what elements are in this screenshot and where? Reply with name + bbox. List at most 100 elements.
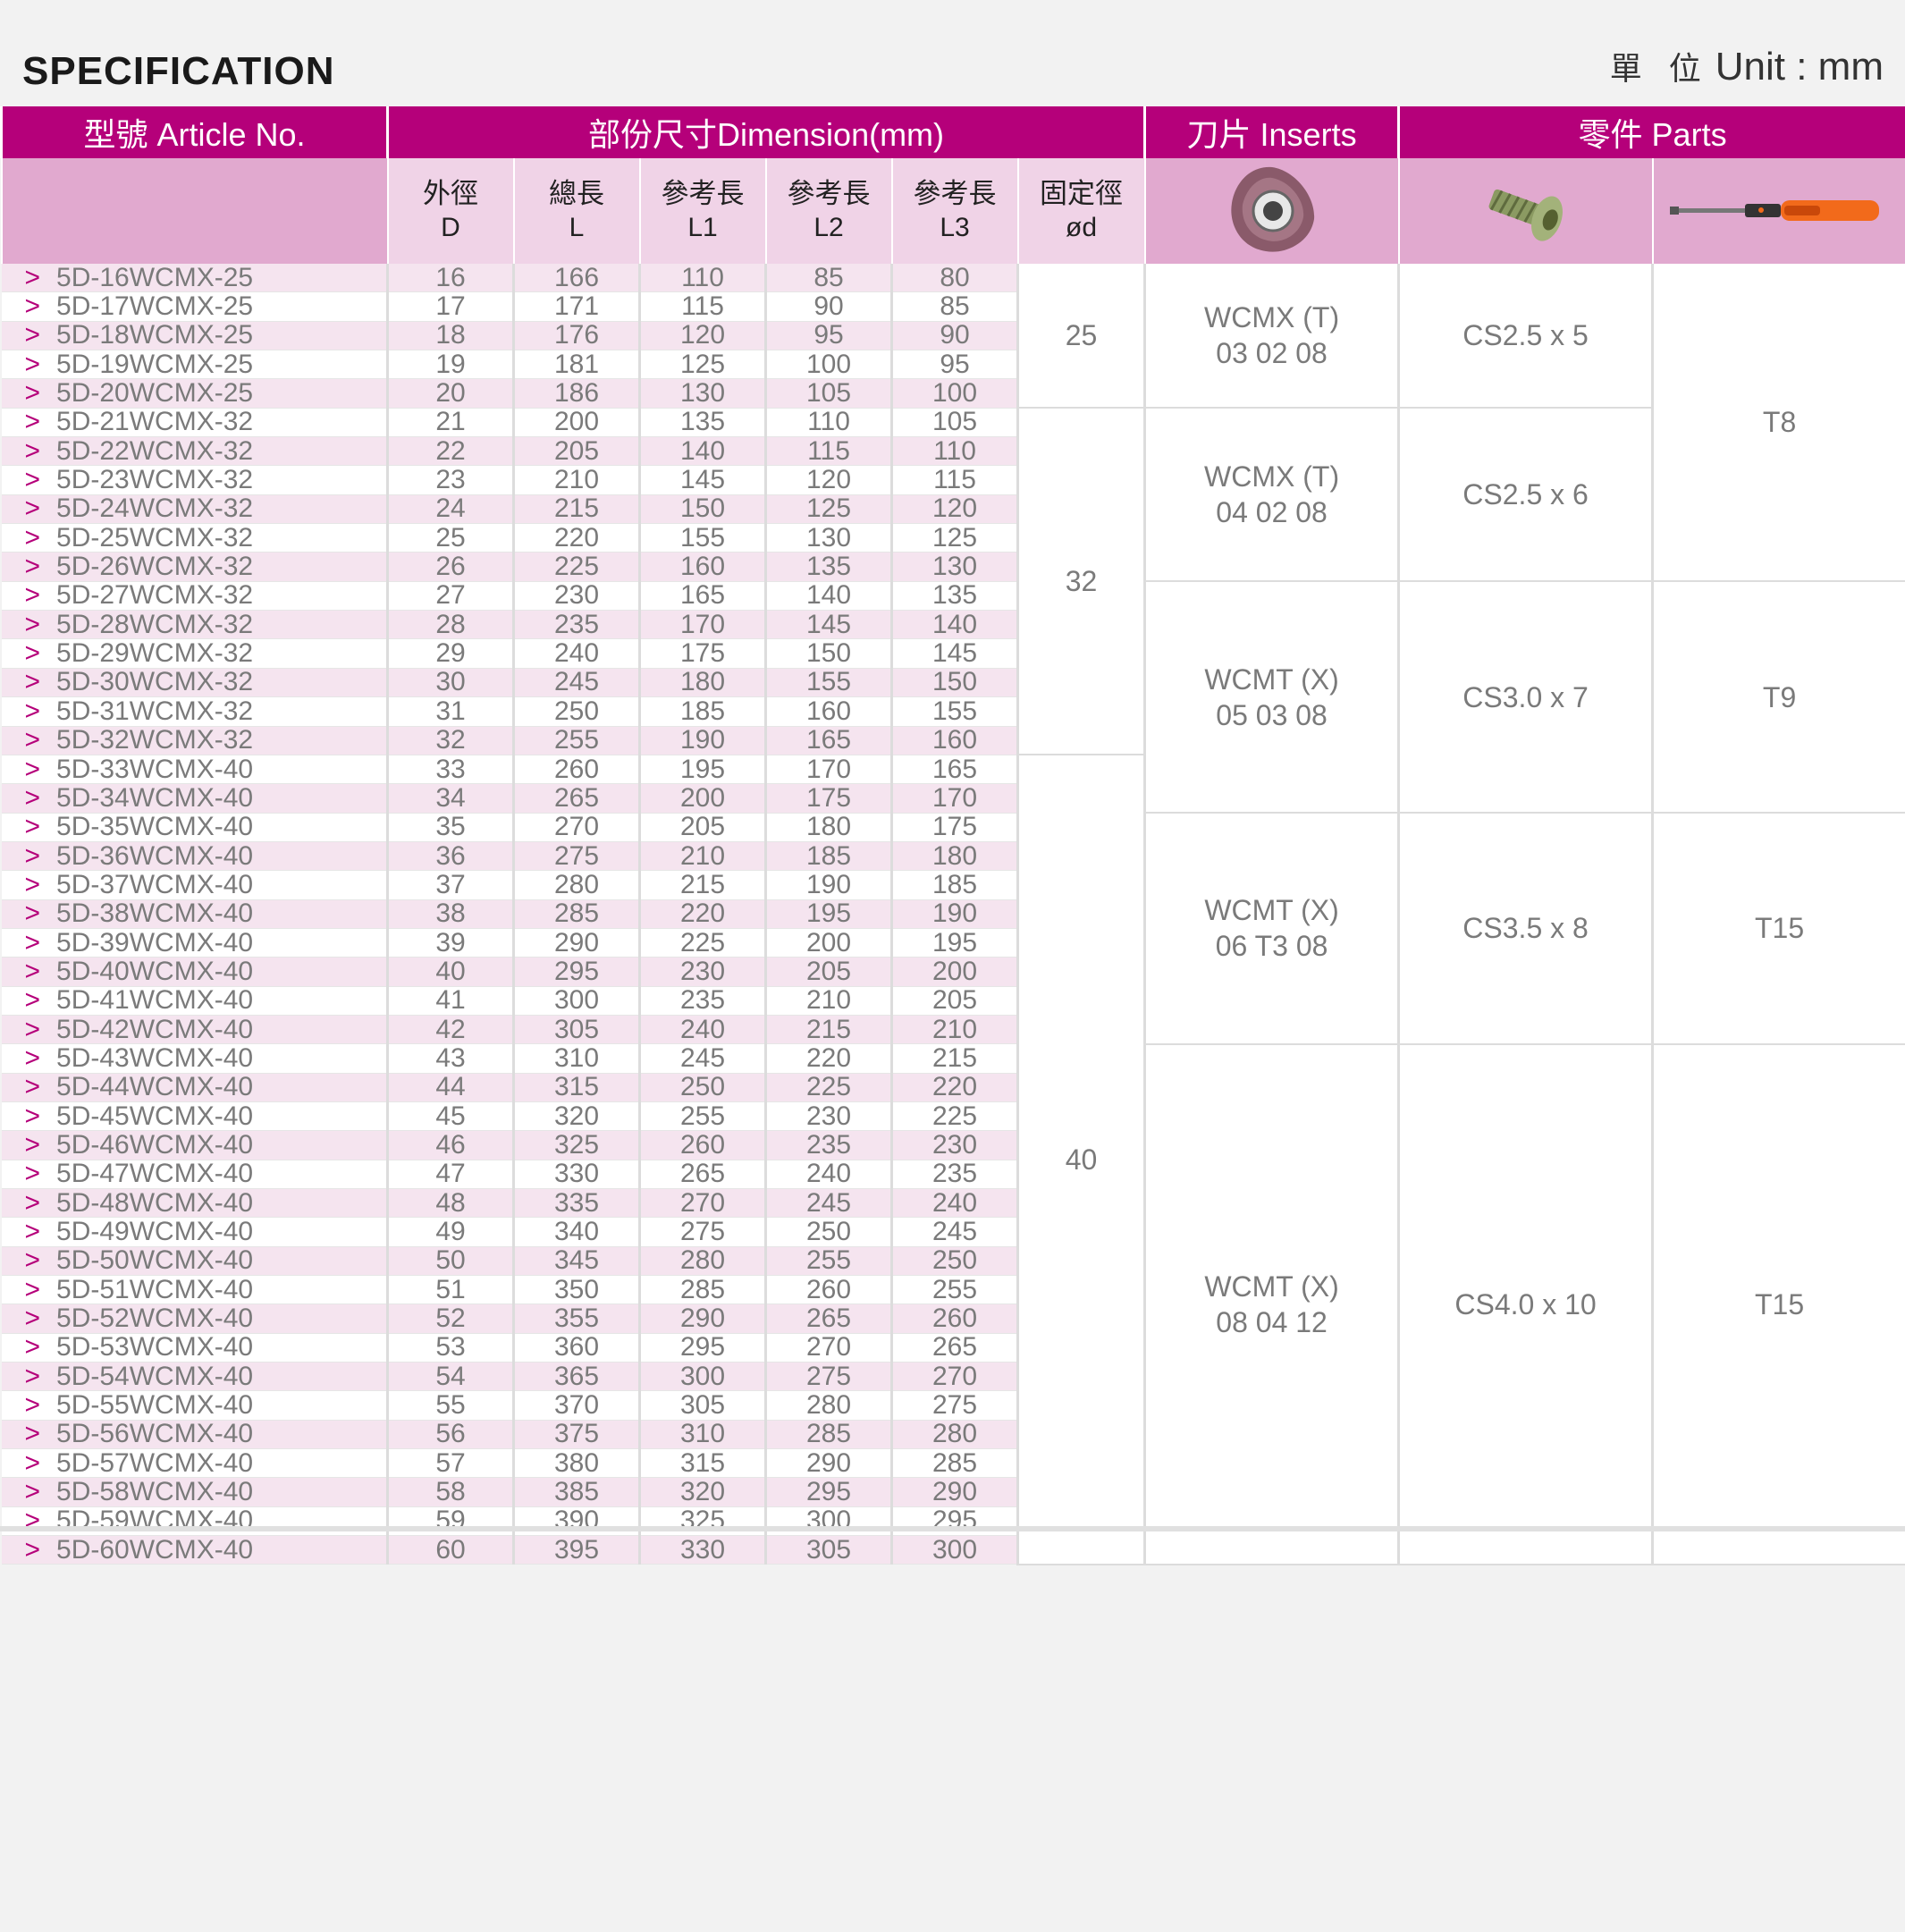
table-row: >5D-21WCMX-32 21 200 135 110 105 32 WCMX (T) 04 … <box>1 408 1905 756</box>
insert-type: WCMT (X) <box>1204 662 1339 696</box>
article-cell: >5D-60WCMX-40 <box>1 1535 389 1565</box>
dim-l2-cell: 245 <box>765 1188 893 1219</box>
dim-l-cell: 340 <box>513 1217 641 1247</box>
dim-l3-cell: 85 <box>891 291 1019 322</box>
dim-l1-cell: 215 <box>639 870 767 900</box>
dim-l1-cell: 195 <box>639 755 767 785</box>
dim-l2-cell: 195 <box>765 899 893 929</box>
dim-d-cell: 22 <box>387 436 515 467</box>
article-number: 5D-42WCMX-40 <box>56 1015 254 1044</box>
article-cell: >5D-30WCMX-32 <box>1 668 389 698</box>
row-arrow-icon: > <box>24 610 41 639</box>
dim-l2-cell: 210 <box>765 986 893 1016</box>
dim-l3-cell: 115 <box>891 465 1019 495</box>
dim-l2-cell: 115 <box>765 436 893 467</box>
dim-d-cell: 42 <box>387 1015 515 1045</box>
dim-l3-cell: 95 <box>891 350 1019 380</box>
article-number: 5D-47WCMX-40 <box>56 1160 254 1189</box>
dim-l2-cell: 280 <box>765 1390 893 1421</box>
dim-l2-cell: 185 <box>765 841 893 872</box>
dim-l1-cell: 165 <box>639 581 767 612</box>
dim-l2-cell: 180 <box>765 813 893 842</box>
dim-l-cell: 200 <box>513 408 641 438</box>
subheader-d: 外徑 D <box>386 158 515 264</box>
row-arrow-icon: > <box>24 1073 41 1102</box>
dim-d-cell: 36 <box>387 841 515 872</box>
dim-l2-cell: 130 <box>765 523 893 553</box>
dim-l1-cell: 145 <box>639 465 767 495</box>
article-cell: >5D-20WCMX-25 <box>1 378 389 409</box>
dim-l2-cell: 90 <box>765 291 893 322</box>
article-cell: >5D-45WCMX-40 <box>1 1101 389 1132</box>
dim-l2-cell: 200 <box>765 928 893 958</box>
dim-l3-cell: 100 <box>891 378 1019 409</box>
subheader-article-blank <box>0 158 389 264</box>
dim-l3-cell: 125 <box>891 523 1019 553</box>
specification-table: 型號 Article No. 部份尺寸Dimension(mm) 刀片 Inse… <box>0 106 1905 1565</box>
header-article: 型號 Article No. <box>0 106 389 158</box>
dim-l1-cell: 290 <box>639 1303 767 1334</box>
dim-l2-cell: 125 <box>765 494 893 525</box>
dim-d-cell: 57 <box>387 1448 515 1479</box>
dim-l1-cell: 230 <box>639 957 767 987</box>
row-arrow-icon: > <box>24 1390 41 1421</box>
dim-l1-cell: 265 <box>639 1160 767 1190</box>
insert-type: WCMX (T) <box>1204 460 1340 494</box>
dim-l2-cell: 285 <box>765 1420 893 1450</box>
insert-cell: WCMT (X) 06 T3 08 <box>1144 813 1401 1045</box>
dim-d-cell: 31 <box>387 696 515 727</box>
dim-l-cell: 205 <box>513 436 641 467</box>
dim-l3-cell: 210 <box>891 1015 1019 1045</box>
dim-l-cell: 220 <box>513 523 641 553</box>
dim-l-cell: 335 <box>513 1188 641 1219</box>
dim-l3-cell: 110 <box>891 436 1019 467</box>
dim-d-cell: 26 <box>387 552 515 582</box>
article-cell: >5D-54WCMX-40 <box>1 1362 389 1392</box>
dim-l3-cell: 165 <box>891 755 1019 785</box>
dim-l2-cell: 110 <box>765 408 893 438</box>
driver-cell: T15 <box>1652 1043 1905 1565</box>
dim-l1-cell: 275 <box>639 1217 767 1247</box>
dim-l-cell: 290 <box>513 928 641 958</box>
article-number: 5D-22WCMX-32 <box>56 436 254 466</box>
dim-l3-cell: 195 <box>891 928 1019 958</box>
dim-d-cell: 27 <box>387 581 515 612</box>
dim-l1-cell: 240 <box>639 1015 767 1045</box>
table-row: >5D-43WCMX-40 43 310 245 220 215 WCMT (X) 08 04… <box>1 1043 1905 1565</box>
dim-l3-cell: 180 <box>891 841 1019 872</box>
page-title: SPECIFICATION <box>22 49 335 93</box>
dim-d-cell: 17 <box>387 291 515 322</box>
unit-label-cjk: 單 位 <box>1609 50 1710 87</box>
dim-l-cell: 350 <box>513 1275 641 1305</box>
row-arrow-icon: > <box>24 1420 41 1449</box>
insert-type: WCMX (T) <box>1204 301 1340 334</box>
article-number: 5D-25WCMX-32 <box>56 523 254 553</box>
article-number: 5D-56WCMX-40 <box>56 1420 254 1449</box>
dim-d-cell: 18 <box>387 321 515 351</box>
article-cell: >5D-16WCMX-25 <box>1 264 389 293</box>
article-number: 5D-20WCMX-25 <box>56 378 254 409</box>
dim-l3-cell: 255 <box>891 1275 1019 1305</box>
article-cell: >5D-23WCMX-32 <box>1 465 389 495</box>
article-cell: >5D-26WCMX-32 <box>1 552 389 582</box>
row-arrow-icon: > <box>24 523 41 553</box>
dim-l2-cell: 235 <box>765 1130 893 1160</box>
screw-icon <box>1488 189 1563 241</box>
article-cell: >5D-25WCMX-32 <box>1 523 389 553</box>
dim-l3-cell: 235 <box>891 1160 1019 1190</box>
article-number: 5D-43WCMX-40 <box>56 1043 254 1073</box>
article-number: 5D-37WCMX-40 <box>56 870 254 899</box>
article-cell: >5D-51WCMX-40 <box>1 1275 389 1305</box>
dim-l-cell: 260 <box>513 755 641 785</box>
od-cell: 40 <box>1017 755 1147 1565</box>
dim-d-cell: 34 <box>387 783 515 814</box>
article-cell: >5D-33WCMX-40 <box>1 755 389 785</box>
dim-l2-cell: 145 <box>765 610 893 640</box>
dim-l2-cell: 155 <box>765 668 893 698</box>
article-number: 5D-24WCMX-32 <box>56 494 254 524</box>
dim-d-cell: 32 <box>387 726 515 755</box>
dim-l3-cell: 190 <box>891 899 1019 929</box>
dim-d-cell: 45 <box>387 1101 515 1132</box>
dim-l2-cell: 100 <box>765 350 893 380</box>
dim-l3-cell: 250 <box>891 1246 1019 1277</box>
